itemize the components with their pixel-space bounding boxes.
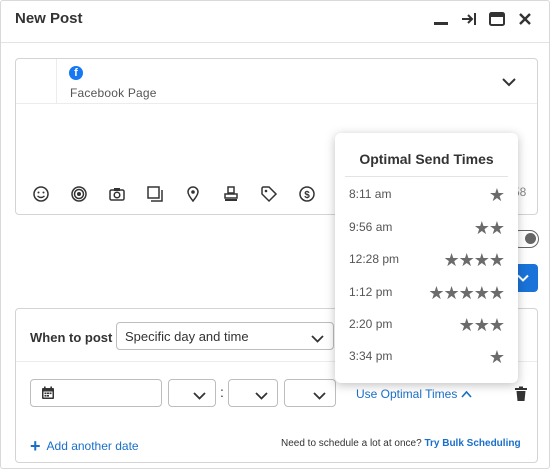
optimal-time-label: 8:11 am — [349, 187, 392, 201]
use-optimal-times-link[interactable]: Use Optimal Times — [356, 387, 472, 401]
optimal-time-label: 2:20 pm — [349, 317, 393, 331]
window-title: New Post — [15, 10, 83, 27]
add-another-date-link[interactable]: + Add another date — [30, 436, 139, 457]
optimal-time-label: 12:28 pm — [349, 252, 400, 266]
camera-icon[interactable] — [108, 185, 126, 203]
minimize-icon[interactable] — [432, 10, 450, 28]
optimal-time-option[interactable]: 3:34 pm ★ — [335, 347, 518, 369]
collapse-right-icon[interactable] — [460, 10, 478, 28]
emoji-icon[interactable] — [32, 185, 50, 203]
optimal-time-label: 1:12 pm — [349, 285, 393, 299]
window-header: New Post — [1, 1, 549, 43]
bulk-prompt-text: Need to schedule a lot at once? — [281, 438, 422, 449]
optimal-time-option[interactable]: 12:28 pm ★★★★ — [335, 250, 518, 272]
star-rating-icon: ★★★ — [458, 315, 505, 335]
bulk-scheduling-link[interactable]: Try Bulk Scheduling — [424, 438, 520, 449]
media-library-icon[interactable] — [146, 185, 164, 203]
dollar-icon[interactable]: $ — [298, 185, 316, 203]
optimal-time-label: 9:56 am — [349, 220, 393, 234]
calendar-icon — [41, 386, 55, 400]
chevron-down-icon — [517, 274, 529, 282]
add-another-date-label: Add another date — [46, 439, 139, 453]
popup-title: Optimal Send Times — [359, 151, 494, 167]
optimal-time-option[interactable]: 1:12 pm ★★★★★ — [335, 283, 518, 305]
optimal-send-times-popup: Optimal Send Times 8:11 am ★ 9:56 am ★★ 12:2… — [335, 133, 518, 383]
close-icon[interactable] — [516, 10, 534, 28]
toggle-knob — [525, 233, 536, 244]
optimal-time-option[interactable]: 8:11 am ★ — [335, 185, 518, 207]
chevron-down-icon — [311, 331, 324, 343]
profile-name: Facebook Page — [70, 86, 157, 100]
date-input[interactable] — [30, 379, 162, 407]
chevron-down-icon — [255, 388, 268, 400]
star-rating-icon: ★ — [488, 185, 505, 205]
star-rating-icon: ★★ — [473, 218, 505, 238]
use-optimal-times-label: Use Optimal Times — [356, 387, 458, 401]
plus-icon: + — [30, 436, 41, 456]
minute-select[interactable] — [228, 379, 278, 407]
optimal-time-label: 3:34 pm — [349, 349, 393, 363]
facebook-icon: f — [69, 66, 83, 80]
ampm-select[interactable] — [284, 379, 336, 407]
bulk-scheduling-prompt: Need to schedule a lot at once? Try Bulk… — [281, 438, 521, 449]
svg-text:$: $ — [304, 190, 310, 201]
optimal-time-option[interactable]: 2:20 pm ★★★ — [335, 315, 518, 337]
window-icon[interactable] — [488, 10, 506, 28]
chevron-up-icon — [461, 387, 472, 401]
when-to-post-label: When to post — [30, 330, 113, 345]
tag-icon[interactable] — [260, 185, 278, 203]
chevron-down-icon[interactable] — [501, 75, 517, 89]
when-to-post-select[interactable]: Specific day and time — [116, 322, 334, 350]
star-rating-icon: ★★★★★ — [428, 283, 505, 303]
location-icon[interactable] — [184, 185, 202, 203]
chevron-down-icon — [193, 388, 206, 400]
profile-selector[interactable]: f Facebook Page — [16, 59, 537, 104]
profile-divider — [56, 59, 57, 104]
star-rating-icon: ★ — [488, 347, 505, 367]
chevron-down-icon — [313, 388, 326, 400]
target-icon[interactable] — [70, 185, 88, 203]
time-separator: : — [220, 384, 224, 400]
new-post-window: New Post f Facebook Page $ 58 When to po… — [0, 0, 550, 469]
when-to-post-value: Specific day and time — [125, 329, 249, 344]
stamp-icon[interactable] — [222, 185, 240, 203]
star-rating-icon: ★★★★ — [443, 250, 505, 270]
popup-divider — [345, 176, 508, 177]
optimal-time-option[interactable]: 9:56 am ★★ — [335, 218, 518, 240]
trash-icon[interactable] — [514, 386, 528, 402]
hour-select[interactable] — [168, 379, 216, 407]
